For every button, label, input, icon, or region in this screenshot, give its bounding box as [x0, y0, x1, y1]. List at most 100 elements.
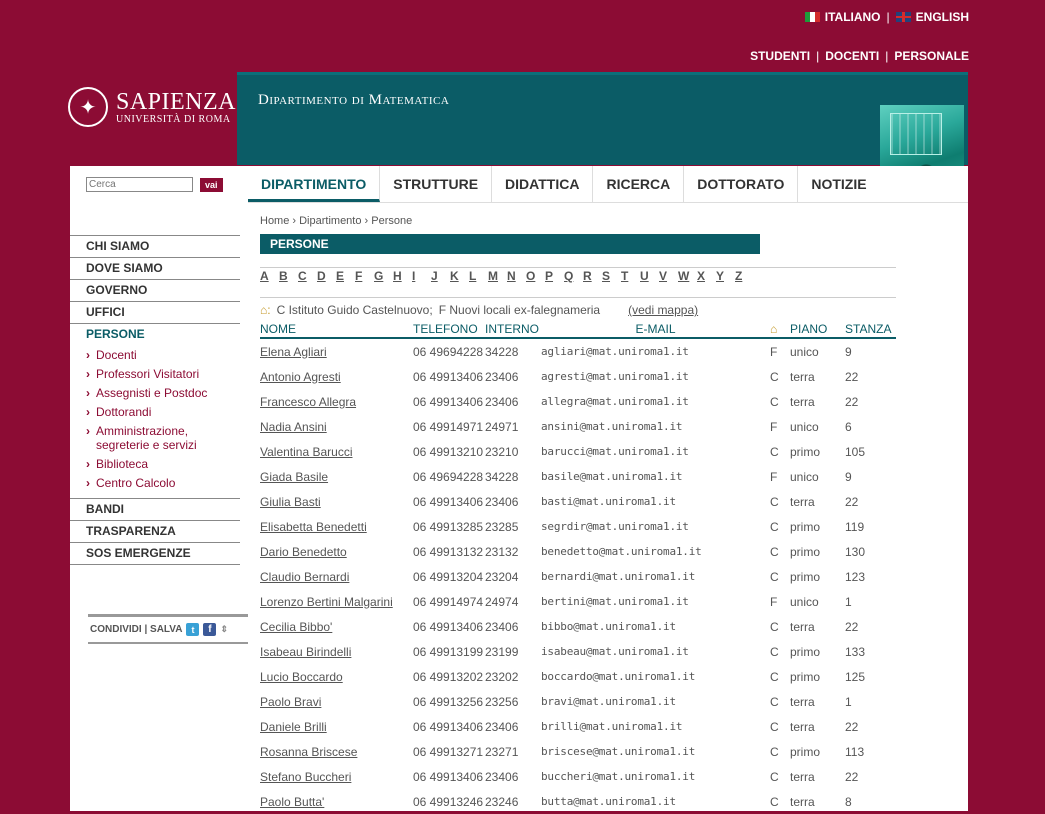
subnav-dottorandi[interactable]: Dottorandi	[86, 402, 240, 421]
breadcrumb[interactable]: Home › Dipartimento › Persone	[260, 215, 412, 227]
role-personale-link[interactable]: PERSONALE	[894, 49, 969, 63]
person-name-link[interactable]: Lorenzo Bertini Malgarini	[260, 589, 413, 614]
facebook-icon[interactable]: f	[203, 623, 217, 636]
letter-link-n[interactable]: N	[507, 269, 526, 283]
letter-link-h[interactable]: H	[393, 269, 412, 283]
nav-bandi[interactable]: BANDI	[70, 498, 240, 520]
letter-link-g[interactable]: G	[374, 269, 393, 283]
person-name-link[interactable]: Elisabetta Benedetti	[260, 514, 413, 539]
letter-link-w[interactable]: W	[678, 269, 697, 283]
letter-link-f[interactable]: F	[355, 269, 374, 283]
letter-link-c[interactable]: C	[298, 269, 317, 283]
tab-didattica[interactable]: DIDATTICA	[492, 166, 594, 202]
person-name-link[interactable]: Dario Benedetto	[260, 539, 413, 564]
letter-link-b[interactable]: B	[279, 269, 298, 283]
letter-link-q[interactable]: Q	[564, 269, 583, 283]
nav-dove-siamo[interactable]: DOVE SIAMO	[70, 257, 240, 279]
letter-link-o[interactable]: O	[526, 269, 545, 283]
role-docenti-link[interactable]: DOCENTI	[825, 49, 879, 63]
nav-governo[interactable]: GOVERNO	[70, 279, 240, 301]
letter-link-d[interactable]: D	[317, 269, 336, 283]
tab-strutture[interactable]: STRUTTURE	[380, 166, 493, 202]
tab-ricerca[interactable]: RICERCA	[593, 166, 685, 202]
expand-icon[interactable]: ⇕	[220, 624, 228, 635]
person-name-link[interactable]: Stefano Buccheri	[260, 764, 413, 789]
phone-cell: 06 49913204	[413, 569, 484, 584]
subnav-centro-calcolo[interactable]: Centro Calcolo	[86, 473, 240, 492]
twitter-icon[interactable]: t	[186, 623, 200, 636]
subnav-professori-visitatori[interactable]: Professori Visitatori	[86, 364, 240, 383]
person-name-link[interactable]: Francesco Allegra	[260, 389, 413, 414]
uk-flag-icon	[895, 12, 911, 22]
letter-link-y[interactable]: Y	[716, 269, 735, 283]
letter-link-j[interactable]: J	[431, 269, 450, 283]
person-name-link[interactable]: Paolo Butta'	[260, 789, 413, 814]
lang-italian-link[interactable]: ITALIANO	[804, 10, 881, 24]
room-cell: 22	[845, 719, 859, 734]
letter-link-u[interactable]: U	[640, 269, 659, 283]
letter-link-a[interactable]: A	[260, 269, 279, 283]
content-area: vai DIPARTIMENTO STRUTTURE DIDATTICA RIC…	[70, 166, 968, 811]
email-cell: agresti@mat.uniroma1.it	[541, 370, 689, 383]
letter-link-t[interactable]: T	[621, 269, 640, 283]
person-name-link[interactable]: Lucio Boccardo	[260, 664, 413, 689]
person-name-link[interactable]: Giada Basile	[260, 464, 413, 489]
subnav-amministrazione[interactable]: Amministrazione, segreterie e servizi	[86, 421, 240, 454]
floor-cell: primo	[790, 544, 821, 559]
tab-dipartimento[interactable]: DIPARTIMENTO	[248, 166, 381, 202]
letter-link-s[interactable]: S	[602, 269, 621, 283]
extension-cell: 23204	[485, 569, 519, 584]
nav-persone[interactable]: PERSONE	[70, 323, 240, 345]
table-row: Giulia Basti 06 49913406 23406 basti@mat.un…	[260, 489, 896, 514]
nav-uffici[interactable]: UFFICI	[70, 301, 240, 323]
table-row: Lucio Boccardo 06 49913202 23202 boccardo@m…	[260, 664, 896, 689]
tab-notizie[interactable]: NOTIZIE	[798, 166, 879, 202]
letter-link-l[interactable]: L	[469, 269, 488, 283]
tab-dottorato[interactable]: DOTTORATO	[684, 166, 799, 202]
nav-sos-emergenze[interactable]: SOS EMERGENZE	[70, 542, 240, 565]
lang-english-link[interactable]: ENGLISH	[895, 10, 969, 24]
phone-cell: 06 49913406	[413, 719, 484, 734]
letter-link-i[interactable]: I	[412, 269, 431, 283]
person-name-link[interactable]: Elena Agliari	[260, 338, 413, 364]
left-navigation: CHI SIAMO DOVE SIAMO GOVERNO UFFICI PERS…	[70, 235, 240, 565]
person-name-link[interactable]: Nadia Ansini	[260, 414, 413, 439]
role-studenti-link[interactable]: STUDENTI	[750, 49, 810, 63]
phone-cell: 06 49914974	[413, 594, 484, 609]
person-name-link[interactable]: Giulia Basti	[260, 489, 413, 514]
person-name-link[interactable]: Isabeau Birindelli	[260, 639, 413, 664]
extension-cell: 24971	[485, 419, 519, 434]
share-widget[interactable]: CONDIVIDI | SALVA t f ⇕	[88, 614, 248, 644]
letter-link-p[interactable]: P	[545, 269, 564, 283]
person-name-link[interactable]: Daniele Brilli	[260, 714, 413, 739]
person-name-link[interactable]: Rosanna Briscese	[260, 739, 413, 764]
building-cell: F	[770, 419, 778, 434]
extension-cell: 34228	[485, 469, 519, 484]
search-input[interactable]	[86, 177, 193, 192]
floor-cell: terra	[790, 369, 815, 384]
person-name-link[interactable]: Antonio Agresti	[260, 364, 413, 389]
floor-cell: terra	[790, 494, 815, 509]
letter-link-z[interactable]: Z	[735, 269, 754, 283]
room-cell: 9	[845, 469, 852, 484]
building-cell: C	[770, 744, 779, 759]
letter-link-x[interactable]: X	[697, 269, 716, 283]
letter-link-e[interactable]: E	[336, 269, 355, 283]
subnav-biblioteca[interactable]: Biblioteca	[86, 454, 240, 473]
map-link[interactable]: (vedi mappa)	[628, 303, 698, 317]
person-name-link[interactable]: Valentina Barucci	[260, 439, 413, 464]
letter-link-v[interactable]: V	[659, 269, 678, 283]
phone-cell: 06 49913256	[413, 694, 484, 709]
letter-link-m[interactable]: M	[488, 269, 507, 283]
search-button[interactable]: vai	[200, 177, 223, 192]
subnav-assegnisti[interactable]: Assegnisti e Postdoc	[86, 383, 240, 402]
nav-chi-siamo[interactable]: CHI SIAMO	[70, 235, 240, 257]
nav-trasparenza[interactable]: TRASPARENZA	[70, 520, 240, 542]
person-name-link[interactable]: Paolo Bravi	[260, 689, 413, 714]
subnav-docenti[interactable]: Docenti	[86, 345, 240, 364]
person-name-link[interactable]: Claudio Bernardi	[260, 564, 413, 589]
sapienza-logo[interactable]: ✦ SAPIENZA UNIVERSITÀ DI ROMA	[68, 87, 236, 127]
letter-link-r[interactable]: R	[583, 269, 602, 283]
letter-link-k[interactable]: K	[450, 269, 469, 283]
person-name-link[interactable]: Cecilia Bibbo'	[260, 614, 413, 639]
